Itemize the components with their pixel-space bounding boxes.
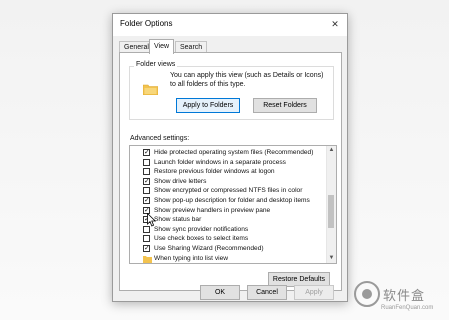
scroll-up-icon[interactable]: ▲ xyxy=(327,146,336,155)
advanced-setting-label: Show sync provider notifications xyxy=(154,225,249,233)
folder-views-label: Folder views xyxy=(134,61,178,68)
advanced-settings-list[interactable]: ✓ Hide protected operating system files (… xyxy=(129,145,337,264)
advanced-setting-label: Show status bar xyxy=(154,216,202,224)
advanced-setting-row[interactable]: ✓ Show status bar xyxy=(130,215,320,225)
advanced-setting-row[interactable]: ✓ Hide protected operating system files (… xyxy=(130,148,320,158)
vertical-scrollbar[interactable]: ▲ ▼ xyxy=(326,146,336,263)
tab-view[interactable]: View xyxy=(149,39,175,54)
advanced-setting-label: Use check boxes to select items xyxy=(154,235,249,243)
advanced-setting-row[interactable]: ✓ Show preview handlers in preview pane xyxy=(130,206,320,216)
checked-checkbox-icon[interactable]: ✓ xyxy=(143,149,150,156)
advanced-setting-row[interactable]: When typing into list view xyxy=(130,254,320,263)
checked-checkbox-icon[interactable]: ✓ xyxy=(143,197,150,204)
watermark-url-text: RuanFenQuan.com xyxy=(381,305,434,311)
advanced-setting-row[interactable]: ✓ Show pop-up description for folder and … xyxy=(130,196,320,206)
advanced-setting-label: Show pop-up description for folder and d… xyxy=(154,197,310,204)
advanced-setting-row[interactable]: ✓ Use Sharing Wizard (Recommended) xyxy=(130,244,320,254)
advanced-setting-row[interactable]: Show sync provider notifications xyxy=(130,225,320,235)
folder-icon xyxy=(143,255,152,263)
advanced-setting-row[interactable]: Show encrypted or compressed NTFS files … xyxy=(130,186,320,196)
apply-button[interactable]: Apply xyxy=(294,285,334,300)
advanced-setting-label: When typing into list view xyxy=(154,254,229,262)
advanced-settings-label: Advanced settings: xyxy=(130,135,190,142)
advanced-setting-label: Show encrypted or compressed NTFS files … xyxy=(154,187,303,195)
watermark-logo-icon xyxy=(354,281,380,307)
scroll-thumb[interactable] xyxy=(328,195,334,228)
advanced-setting-label: Show drive letters xyxy=(154,177,207,185)
folder-options-dialog: Folder Options ✕ General View Search Fol… xyxy=(112,13,348,302)
advanced-setting-row[interactable]: Restore previous folder windows at logon xyxy=(130,167,320,177)
checkbox[interactable] xyxy=(143,168,150,176)
advanced-setting-label: Show preview handlers in preview pane xyxy=(154,206,271,214)
scroll-down-icon[interactable]: ▼ xyxy=(327,254,336,263)
apply-to-folders-button[interactable]: Apply to Folders xyxy=(176,98,240,113)
title-bar[interactable]: Folder Options ✕ xyxy=(113,14,347,36)
folder-views-description: You can apply this view (such as Details… xyxy=(170,72,324,88)
checkbox[interactable] xyxy=(143,187,150,195)
close-icon[interactable]: ✕ xyxy=(326,16,344,33)
advanced-setting-label: Use Sharing Wizard (Recommended) xyxy=(154,245,264,252)
advanced-setting-row[interactable]: Launch folder windows in a separate proc… xyxy=(130,158,320,168)
advanced-setting-label: Launch folder windows in a separate proc… xyxy=(154,158,286,166)
ok-button[interactable]: OK xyxy=(200,285,240,300)
checked-checkbox-icon[interactable]: ✓ xyxy=(143,245,150,252)
checkbox[interactable] xyxy=(143,235,150,243)
reset-folders-button[interactable]: Reset Folders xyxy=(253,98,317,113)
advanced-setting-row[interactable]: ✓ Show drive letters xyxy=(130,177,320,187)
cancel-button[interactable]: Cancel xyxy=(247,285,287,300)
watermark: 软件盒 RuanFenQuan.com xyxy=(347,270,447,318)
checked-checkbox-icon[interactable]: ✓ xyxy=(143,177,150,185)
folder-views-group: Folder views You can apply this view (su… xyxy=(129,61,334,120)
folder-icon xyxy=(143,84,158,95)
window-title: Folder Options xyxy=(120,19,173,28)
advanced-setting-label: Restore previous folder windows at logon xyxy=(154,168,275,176)
advanced-setting-label: Hide protected operating system files (R… xyxy=(154,149,314,156)
mouse-cursor-icon xyxy=(147,213,157,227)
watermark-chinese-text: 软件盒 xyxy=(383,289,426,304)
view-tab-page: Folder views You can apply this view (su… xyxy=(119,52,342,291)
advanced-setting-row[interactable]: Use check boxes to select items xyxy=(130,234,320,244)
checkbox[interactable] xyxy=(143,158,150,166)
